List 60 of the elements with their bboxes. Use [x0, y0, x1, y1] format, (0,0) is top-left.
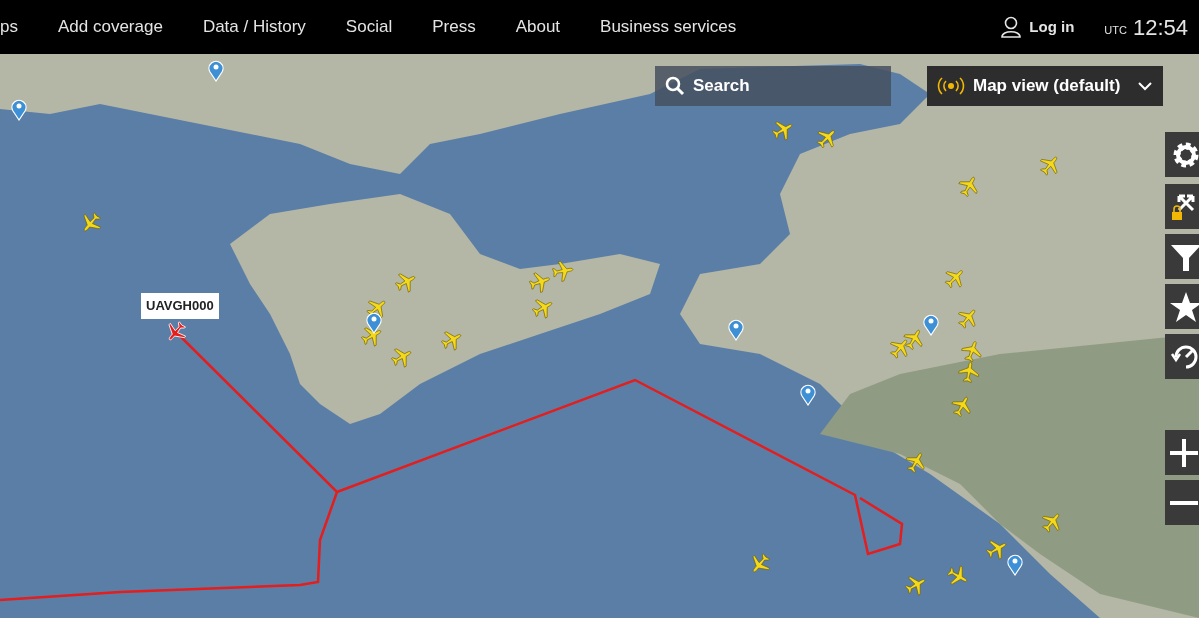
airplane-icon[interactable] — [1041, 511, 1063, 533]
map-pin-icon[interactable] — [728, 319, 744, 341]
airplane-icon[interactable] — [361, 325, 383, 347]
nav-link[interactable]: Add coverage — [57, 14, 163, 40]
airplane-icon[interactable] — [532, 297, 554, 319]
map-pin-icon[interactable] — [366, 312, 382, 334]
zoom-out-button[interactable] — [1165, 480, 1199, 525]
airplane-icon[interactable] — [958, 361, 980, 383]
nav-link[interactable]: Press — [432, 14, 476, 40]
timezone-label: UTC — [1104, 22, 1127, 38]
minus-icon — [1169, 499, 1199, 506]
airplane-icon[interactable] — [905, 574, 927, 596]
airplane-icon[interactable] — [958, 175, 980, 197]
airplane-icon[interactable] — [80, 212, 102, 234]
favorites-button[interactable] — [1165, 284, 1199, 329]
nav-link[interactable]: About — [515, 14, 561, 40]
search-icon — [665, 76, 685, 96]
airplane-icon[interactable] — [816, 127, 838, 149]
clock-time: 12:54 — [1132, 13, 1188, 42]
airplane-icon[interactable] — [1039, 154, 1061, 176]
broadcast-icon — [937, 77, 965, 95]
airplane-icon[interactable] — [749, 553, 771, 575]
airplane-icon[interactable] — [903, 328, 925, 350]
plus-icon — [1169, 437, 1199, 468]
settings-button[interactable] — [1165, 132, 1199, 177]
airplane-icon[interactable] — [961, 340, 983, 362]
map-pin-icon[interactable] — [923, 314, 939, 336]
filter-button[interactable] — [1165, 234, 1199, 279]
nav-link[interactable]: Business services — [600, 14, 737, 40]
caret-icon — [1137, 81, 1153, 91]
map-pin-icon[interactable] — [1007, 554, 1023, 576]
airplane-icon[interactable] — [951, 395, 973, 417]
map-pin-icon[interactable] — [11, 99, 27, 121]
flight-callsign-label[interactable]: UAVGH000 — [141, 293, 219, 319]
airplane-icon[interactable] — [944, 267, 966, 289]
zoom-in-button[interactable] — [1165, 430, 1199, 475]
airplane-icon[interactable] — [947, 565, 969, 587]
airplane-icon[interactable] — [889, 337, 911, 359]
airplane-icon[interactable] — [957, 307, 979, 329]
nav-link[interactable]: Social — [345, 14, 393, 40]
airplane-icon[interactable] — [772, 119, 794, 141]
airplane-icon[interactable] — [529, 271, 551, 293]
nav-link[interactable]: Data / History — [202, 14, 306, 40]
login-link[interactable]: Log in — [1001, 15, 1075, 39]
search-field[interactable]: Search — [655, 66, 891, 106]
airplane-icon[interactable] — [986, 538, 1008, 560]
map-pin-icon[interactable] — [208, 60, 224, 82]
airplane-icon[interactable] — [165, 321, 187, 343]
map-pin-icon[interactable] — [800, 384, 816, 406]
airplane-icon[interactable] — [905, 451, 927, 473]
airplane-icon[interactable] — [552, 260, 574, 282]
user-icon — [1001, 16, 1022, 38]
airplane-icon[interactable] — [391, 346, 413, 368]
map-view-dropdown[interactable]: Map view (default) — [927, 66, 1163, 106]
playback-button[interactable] — [1165, 334, 1199, 379]
fullscreen-button[interactable] — [1165, 184, 1199, 229]
airplane-icon[interactable] — [366, 297, 388, 319]
airplane-icon[interactable] — [395, 271, 417, 293]
nav-link[interactable]: ps — [0, 14, 18, 40]
airplane-icon[interactable] — [441, 329, 463, 351]
